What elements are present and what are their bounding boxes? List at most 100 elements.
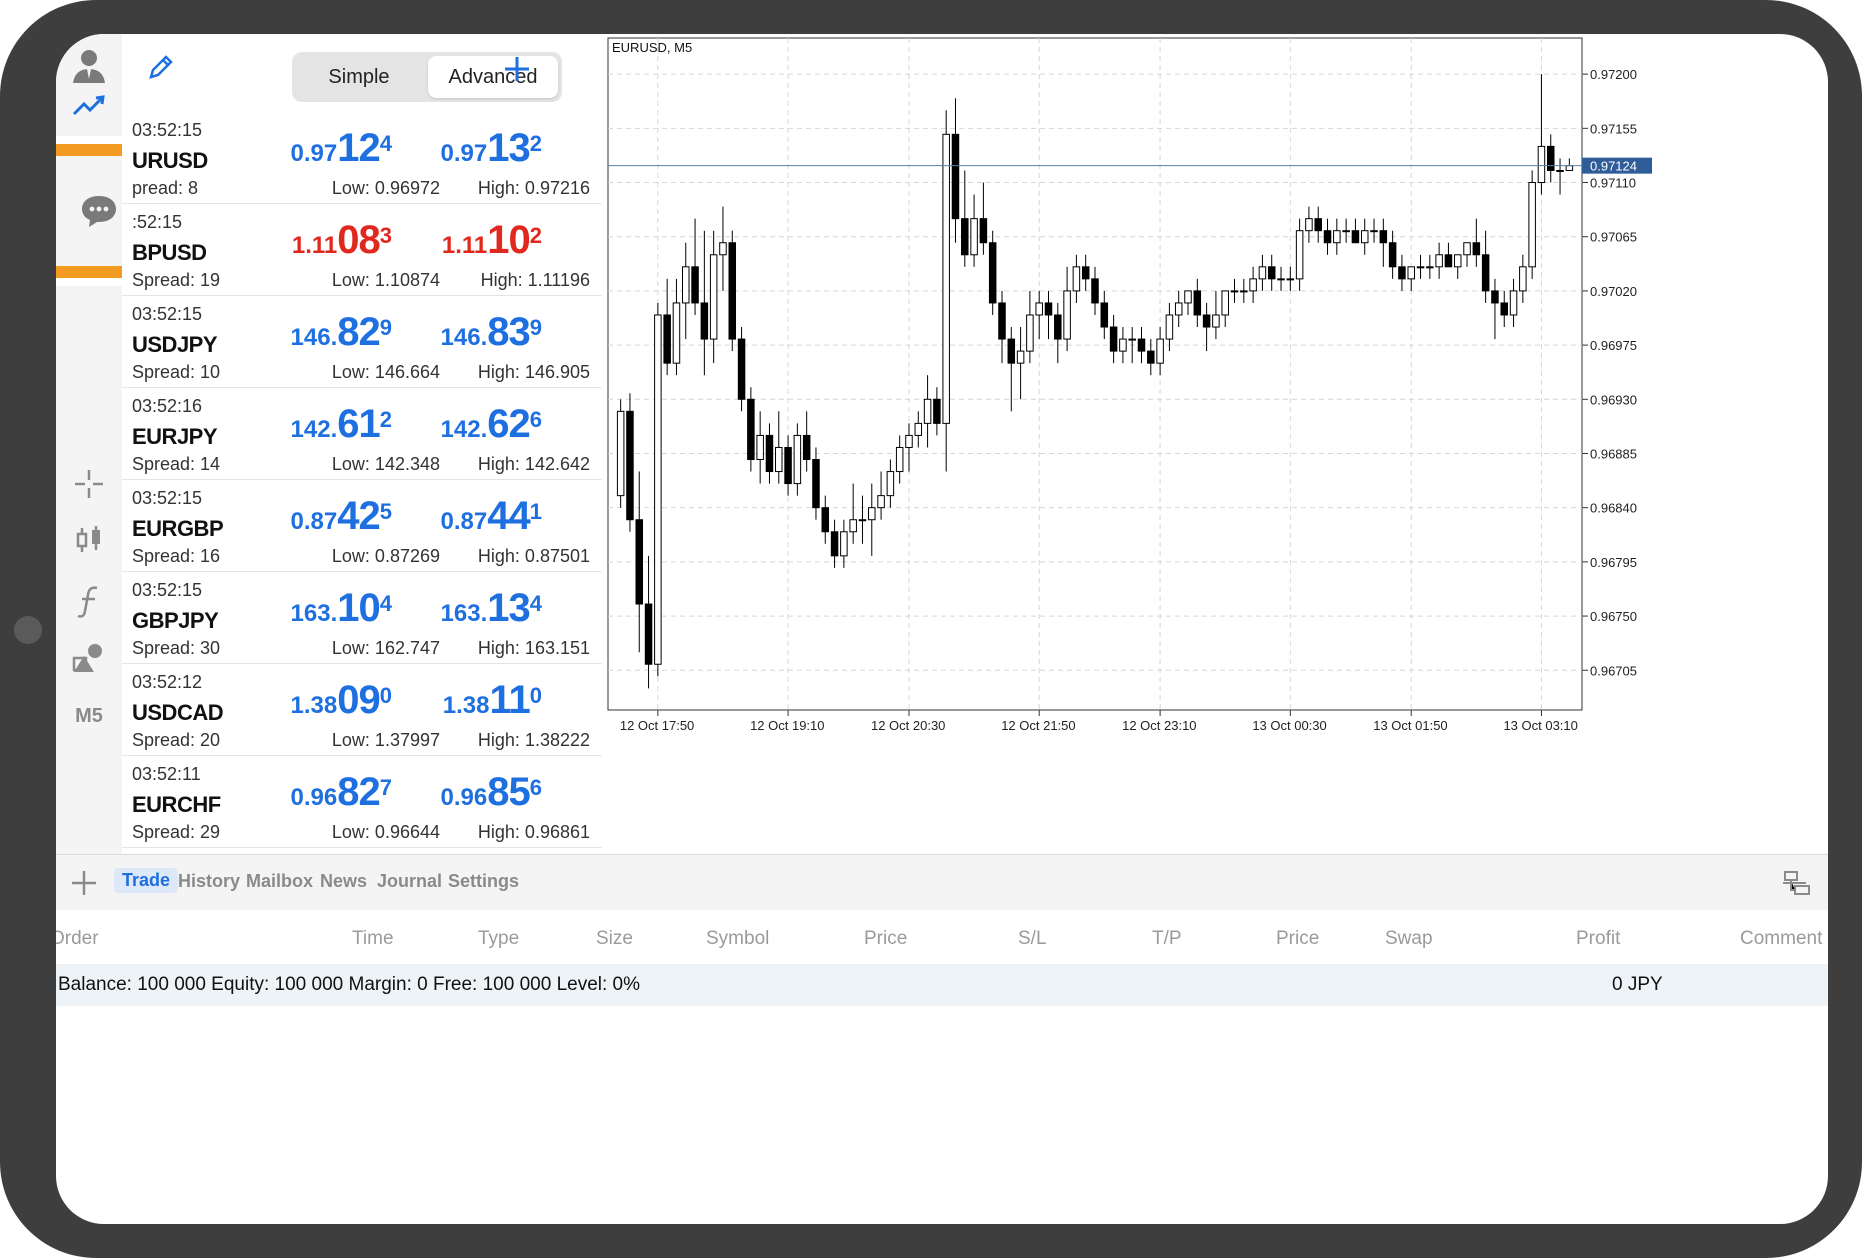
quote-row[interactable]: 03:52:15 USDJPY Spread: 10 146.829 146.839 Lo… [122, 296, 602, 388]
candle-body [1351, 230, 1360, 244]
col-comment: Comment [1740, 928, 1823, 949]
quote-time: 03:52:15 [132, 304, 203, 324]
tab-history[interactable]: History [178, 871, 240, 892]
chart-type-icon[interactable] [56, 520, 122, 560]
segment-advanced[interactable]: Advanced [428, 56, 558, 98]
y-tick-label: 0.96750 [1590, 609, 1637, 624]
candle-body [1388, 242, 1397, 268]
candle-body [1165, 314, 1174, 340]
quotes-icon[interactable] [56, 90, 122, 120]
objects-icon[interactable] [56, 638, 122, 678]
candle-body [1407, 266, 1415, 280]
candle-body [1314, 218, 1322, 232]
ask-price[interactable]: 0.97132 [392, 126, 542, 171]
quote-spread: Spread: 20 [132, 730, 221, 750]
candle-body [1202, 314, 1211, 328]
candle-body [1286, 278, 1295, 281]
candle-body [1212, 314, 1220, 328]
layout-toggle-icon[interactable] [1782, 869, 1812, 897]
timeframe-button[interactable]: M5 [56, 696, 122, 736]
add-symbol-icon[interactable] [502, 54, 532, 84]
candle-body [1072, 266, 1081, 292]
candle-body [1063, 290, 1071, 340]
ask-price[interactable]: 163.134 [392, 586, 542, 631]
candle-body [1370, 230, 1378, 233]
candle-body [1007, 338, 1016, 364]
candle-body [1193, 290, 1202, 316]
quote-spread: pread: 8 [132, 178, 199, 198]
ask-price-fraction: 2 [529, 130, 542, 156]
bid-price-pips: 42 [337, 494, 380, 538]
bid-price-pips: 82 [337, 770, 380, 814]
ask-price-fraction: 6 [529, 774, 542, 800]
candle-body [1100, 302, 1109, 328]
candle-body [1537, 145, 1546, 184]
ask-price-fraction: 9 [529, 314, 542, 340]
segment-simple[interactable]: Simple [296, 56, 422, 98]
candlestick-chart[interactable]: 0.97200 0.97155 0.97110 0.97065 0.97020 0.969… [602, 34, 1828, 854]
trade-table-header: Order Time Type Size Symbol Price S/L T/… [56, 910, 1828, 964]
bid-price[interactable]: 0.96827 [242, 770, 392, 815]
bid-price[interactable]: 163.104 [242, 586, 392, 631]
candle-body [1035, 302, 1043, 316]
indicators-icon[interactable] [56, 582, 122, 622]
chat-icon [82, 196, 116, 227]
bid-price[interactable]: 1.38090 [242, 678, 392, 723]
ask-price[interactable]: 1.11102 [392, 218, 542, 263]
quote-row[interactable]: 03:52:15 GBPJPY Spread: 30 163.104 163.134 Lo… [122, 572, 602, 664]
candle-body [1323, 230, 1332, 244]
ask-price[interactable]: 0.87441 [392, 494, 542, 539]
y-tick-label: 0.97020 [1590, 284, 1637, 299]
ask-price-fraction: 1 [529, 498, 542, 524]
add-order-icon[interactable] [70, 869, 98, 897]
candle-body [663, 314, 671, 364]
candle-body [1472, 242, 1481, 256]
quote-high: High: 142.642 [477, 454, 590, 474]
candle-body [672, 302, 681, 364]
quote-row[interactable]: 03:52:16 EURJPY Spread: 14 142.612 142.626 Lo… [122, 388, 602, 480]
candle-body [998, 302, 1006, 340]
candle-body [709, 254, 718, 340]
bid-price[interactable]: 0.87425 [242, 494, 392, 539]
quote-row[interactable]: 03:52:11 EURCHF Spread: 29 0.96827 0.96856 Lo… [122, 756, 602, 848]
candle-body [1054, 314, 1062, 340]
candle-body [830, 531, 839, 557]
quote-row[interactable]: 03:52:12 USDCAD Spread: 20 1.38090 1.38110 Lo… [122, 664, 602, 756]
quote-row[interactable]: :52:15 BPUSD Spread: 19 1.11083 1.11102 Low: … [122, 204, 602, 296]
bid-price[interactable]: 0.97124 [242, 126, 392, 171]
bid-price-fraction: 4 [379, 130, 392, 156]
quote-time: 03:52:16 [132, 396, 203, 416]
crosshair-icon[interactable] [56, 464, 122, 504]
candle-body [626, 410, 634, 521]
bid-price-pips: 09 [337, 678, 380, 722]
chart-area[interactable]: 0.97200 0.97155 0.97110 0.97065 0.97020 0.969… [602, 34, 1828, 854]
candle-body [886, 471, 895, 497]
candle-body [1426, 266, 1434, 269]
quote-row[interactable]: 03:52:15 URUSD pread: 8 0.97124 0.97132 Low: … [122, 112, 602, 204]
x-tick-label: 13 Oct 03:10 [1503, 718, 1577, 733]
tab-news[interactable]: News [320, 871, 367, 892]
candle-body [951, 133, 960, 220]
tab-settings[interactable]: Settings [448, 871, 519, 892]
ask-price[interactable]: 0.96856 [392, 770, 542, 815]
tab-journal[interactable]: Journal [377, 871, 442, 892]
tab-mailbox[interactable]: Mailbox [246, 871, 313, 892]
edit-pencil-icon[interactable] [146, 52, 176, 82]
ask-price-pips: 83 [487, 310, 530, 354]
ask-price-prefix: 146. [440, 324, 488, 351]
bid-price[interactable]: 1.11083 [242, 218, 392, 263]
bid-price-prefix: 142. [290, 416, 338, 443]
bid-price-pips: 10 [337, 586, 380, 630]
account-icon[interactable] [56, 40, 122, 90]
y-tick-label: 0.96840 [1590, 501, 1637, 516]
ask-price[interactable]: 146.839 [392, 310, 542, 355]
candle-body [1556, 169, 1564, 172]
tab-trade[interactable]: Trade [114, 868, 179, 893]
bid-price-pips: 08 [337, 218, 380, 262]
bid-price[interactable]: 146.829 [242, 310, 392, 355]
bid-price[interactable]: 142.612 [242, 402, 392, 447]
ask-price-pips: 10 [487, 218, 530, 262]
quote-row[interactable]: 03:52:15 EURGBP Spread: 16 0.87425 0.87441 Lo… [122, 480, 602, 572]
ask-price[interactable]: 1.38110 [392, 678, 542, 723]
ask-price[interactable]: 142.626 [392, 402, 542, 447]
